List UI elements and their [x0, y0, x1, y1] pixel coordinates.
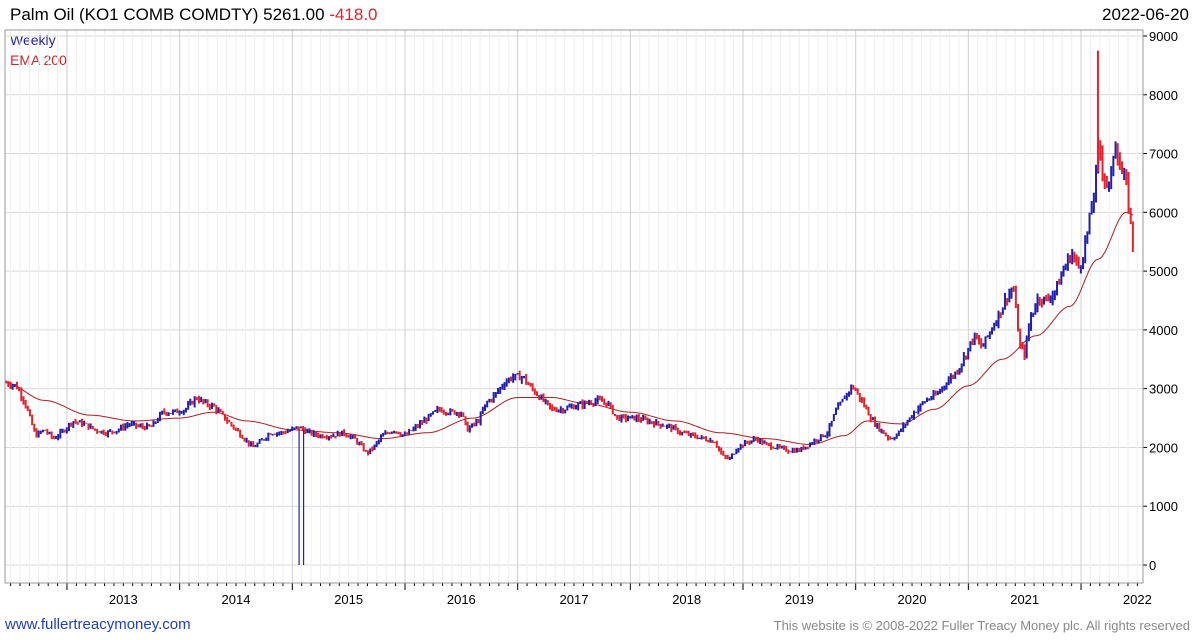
y-tick-label: 8000: [1149, 88, 1178, 103]
y-tick-label: 5000: [1149, 264, 1178, 279]
y-tick-label: 6000: [1149, 205, 1178, 220]
x-tick-label: 2019: [785, 592, 814, 607]
y-tick-label: 0: [1149, 558, 1156, 573]
x-tick-label: 2018: [672, 592, 701, 607]
y-tick-label: 4000: [1149, 323, 1178, 338]
x-tick-label: 2020: [898, 592, 927, 607]
x-tick-label: 2014: [222, 592, 251, 607]
x-tick-label: 2015: [334, 592, 363, 607]
y-tick-label: 3000: [1149, 382, 1178, 397]
website-link[interactable]: www.fullertreacymoney.com: [5, 616, 191, 633]
copyright-notice: This website is © 2008-2022 Fuller Treac…: [773, 618, 1190, 633]
x-tick-label: 2013: [109, 592, 138, 607]
x-tick-label: 2017: [560, 592, 589, 607]
axes: 0 1000 2000 3000 4000 5000 6000 7000 8000 9000 201…: [4, 29, 1178, 607]
y-tick-label: 7000: [1149, 147, 1178, 162]
x-tick-label: 2022: [1123, 592, 1152, 607]
x-tick-label: 2016: [447, 592, 476, 607]
weekly-bars: [5, 50, 1134, 565]
grid: [5, 30, 1143, 583]
y-tick-label: 1000: [1149, 499, 1178, 514]
y-tick-label: 2000: [1149, 440, 1178, 455]
x-tick-label: 2021: [1010, 592, 1039, 607]
price-chart: 0 1000 2000 3000 4000 5000 6000 7000 8000 9000 201…: [4, 29, 1178, 607]
y-tick-label: 9000: [1149, 29, 1178, 44]
